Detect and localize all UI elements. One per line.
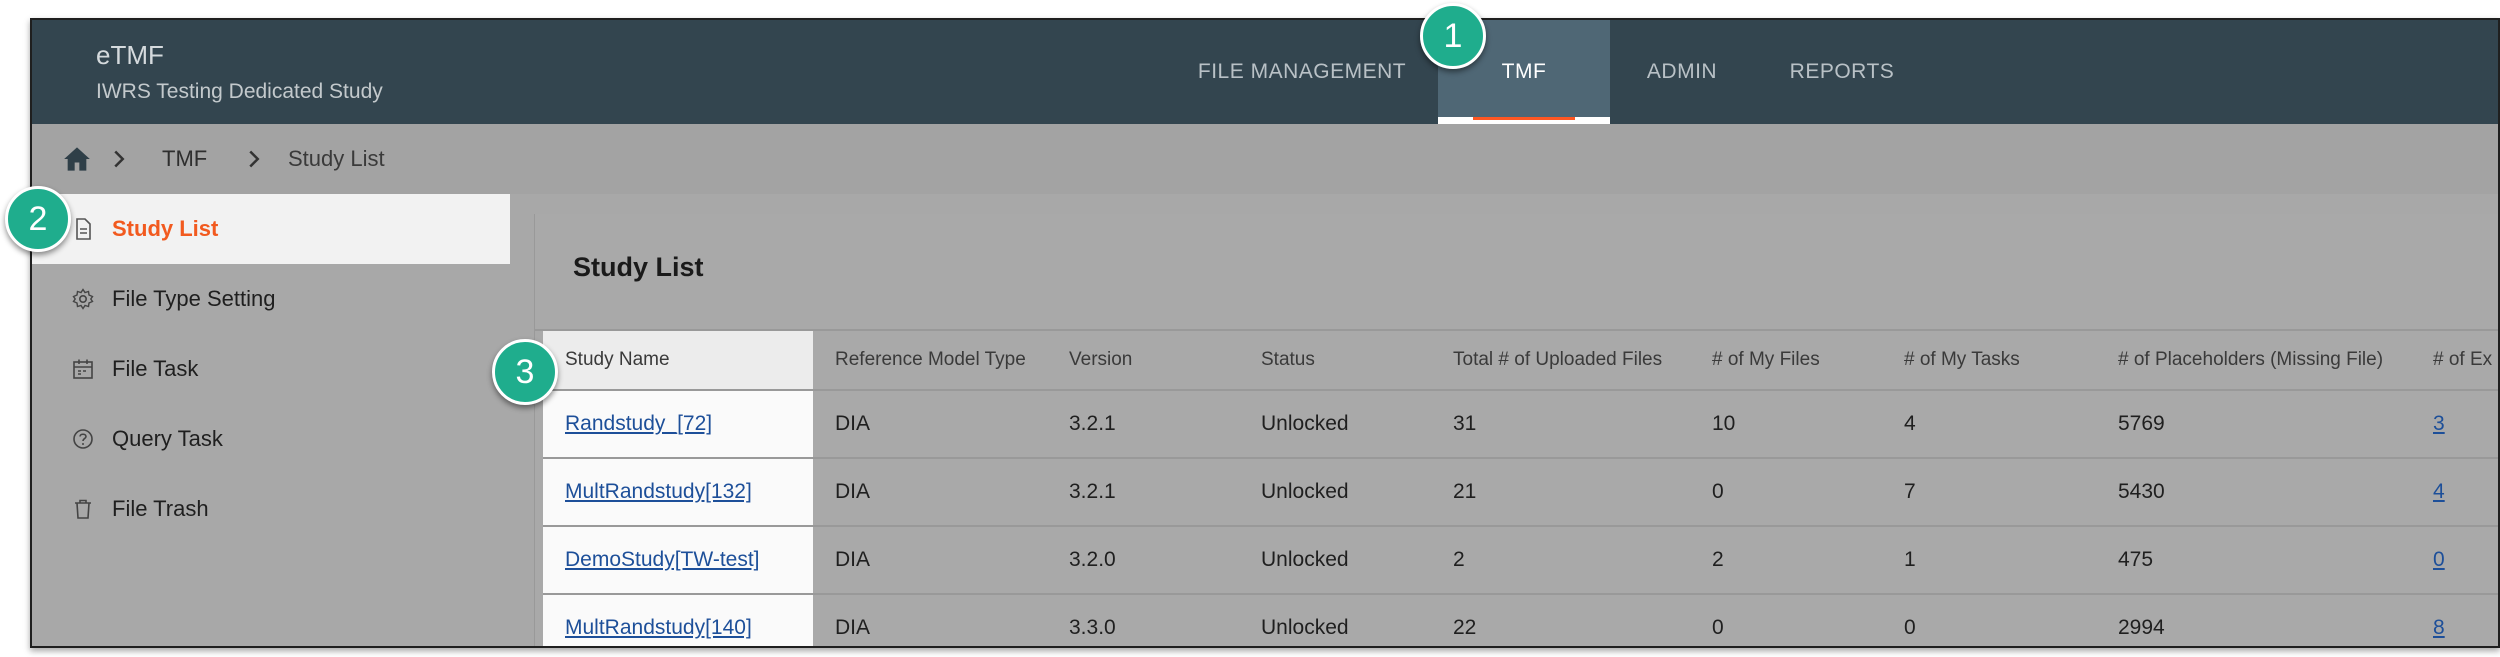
study-name-cell: DemoStudy[TW-test] [543, 526, 813, 595]
chevron-right-icon [114, 150, 125, 168]
sidebar-item-label: File Type Setting [112, 286, 276, 311]
ex-count-link[interactable]: 3 [2433, 412, 2445, 435]
study-name: IWRS Testing Dedicated Study [96, 80, 383, 103]
model-cell: DIA [813, 526, 1047, 595]
uploaded-count-cell: 22 [1431, 594, 1690, 646]
my-files-cell: 10 [1690, 390, 1882, 459]
my-tasks-cell: 7 [1882, 458, 2096, 527]
study-link[interactable]: MultRandstudy[140] [565, 616, 752, 639]
callout-badge-3: 3 [492, 339, 558, 405]
column-header[interactable]: Status [1239, 331, 1431, 391]
ex-count-link[interactable]: 8 [2433, 616, 2445, 639]
placeholders-cell: 5430 [2096, 458, 2411, 527]
ex-count-link[interactable]: 4 [2433, 480, 2445, 503]
breadcrumb-tmf[interactable]: TMF [162, 124, 207, 194]
document-icon [76, 218, 91, 240]
study-name-cell: MultRandstudy[132] [543, 458, 813, 527]
app-title: eTMF [96, 40, 164, 70]
table-row: DemoStudy[TW-test] DIA 3.2.0 Unlocked 2 … [543, 526, 2498, 595]
tab-label: ADMIN [1646, 60, 1718, 83]
sidebar-item-label: Query Task [112, 426, 223, 451]
tab-file-management[interactable]: FILE MANAGEMENT [1182, 20, 1422, 124]
my-files-cell: 0 [1690, 594, 1882, 646]
column-header[interactable]: Total # of Uploaded Files [1431, 331, 1690, 391]
tab-reports[interactable]: REPORTS [1772, 20, 1912, 124]
status-cell: Unlocked [1239, 594, 1431, 646]
sidebar-item-file-trash[interactable]: File Trash [32, 474, 510, 544]
study-list-panel: Study List Study Name Reference Model Ty… [534, 214, 2498, 646]
status-cell: Unlocked [1239, 390, 1431, 459]
my-tasks-cell: 0 [1882, 594, 2096, 646]
sidebar-item-file-type-setting[interactable]: File Type Setting [32, 264, 510, 334]
breadcrumb-study-list: Study List [288, 146, 385, 171]
callout-badge-1: 1 [1420, 3, 1486, 69]
home-icon[interactable] [63, 146, 91, 172]
ex-cell: 3 [2411, 390, 2498, 459]
column-header[interactable]: Study Name [543, 331, 813, 391]
table-row: Randstudy_[72] DIA 3.2.1 Unlocked 31 10 … [543, 390, 2498, 459]
trash-icon [75, 499, 91, 519]
ex-cell: 0 [2411, 526, 2498, 595]
calendar-icon [73, 359, 93, 379]
study-table: Study Name Reference Model Type Version … [543, 331, 2498, 646]
study-name-cell: MultRandstudy[140] [543, 594, 813, 646]
study-link[interactable]: Randstudy_[72] [565, 412, 712, 435]
active-tab-indicator [1438, 117, 1610, 124]
page-title: Study List [573, 252, 704, 282]
top-header: eTMF IWRS Testing Dedicated Study FILE M… [32, 20, 2498, 124]
status-cell: Unlocked [1239, 526, 1431, 595]
version-cell: 3.2.1 [1047, 458, 1239, 527]
sidebar-item-query-task[interactable]: Query Task [32, 404, 510, 474]
sidebar-item-file-task[interactable]: File Task [32, 334, 510, 404]
version-cell: 3.3.0 [1047, 594, 1239, 646]
sidebar-item-label: File Trash [112, 496, 209, 521]
column-header[interactable]: # of My Files [1690, 331, 1882, 391]
model-cell: DIA [813, 390, 1047, 459]
ex-count-link[interactable]: 0 [2433, 548, 2445, 571]
callout-badge-2: 2 [5, 186, 71, 252]
sidebar-item-study-list[interactable]: Study List [32, 194, 510, 264]
column-header[interactable]: # of Ex [2411, 331, 2498, 391]
uploaded-count-cell: 21 [1431, 458, 1690, 527]
study-link[interactable]: MultRandstudy[132] [565, 480, 752, 503]
placeholders-cell: 475 [2096, 526, 2411, 595]
placeholders-cell: 2994 [2096, 594, 2411, 646]
table-row: MultRandstudy[140] DIA 3.3.0 Unlocked 22… [543, 594, 2498, 646]
gear-icon [72, 288, 94, 310]
my-files-cell: 2 [1690, 526, 1882, 595]
uploaded-count-cell: 2 [1431, 526, 1690, 595]
tab-admin[interactable]: ADMIN [1622, 20, 1742, 124]
app-window: eTMF IWRS Testing Dedicated Study FILE M… [30, 18, 2500, 648]
tab-label: TMF [1501, 60, 1547, 83]
column-header[interactable]: Version [1047, 331, 1239, 391]
my-files-cell: 0 [1690, 458, 1882, 527]
model-cell: DIA [813, 458, 1047, 527]
chevron-right-icon [249, 150, 260, 168]
study-name-cell: Randstudy_[72] [543, 390, 813, 459]
ex-cell: 8 [2411, 594, 2498, 646]
table-row: MultRandstudy[132] DIA 3.2.1 Unlocked 21… [543, 458, 2498, 527]
column-header[interactable]: # of My Tasks [1882, 331, 2096, 391]
version-cell: 3.2.1 [1047, 390, 1239, 459]
version-cell: 3.2.0 [1047, 526, 1239, 595]
sidebar-item-label: Study List [112, 216, 219, 241]
tab-label: FILE MANAGEMENT [1197, 60, 1407, 83]
column-header[interactable]: Reference Model Type [813, 331, 1047, 391]
model-cell: DIA [813, 594, 1047, 646]
tab-label: REPORTS [1789, 60, 1895, 83]
sidebar-item-label: File Task [112, 356, 199, 381]
my-tasks-cell: 4 [1882, 390, 2096, 459]
ex-cell: 4 [2411, 458, 2498, 527]
my-tasks-cell: 1 [1882, 526, 2096, 595]
table-header-row: Study Name Reference Model Type Version … [543, 331, 2498, 391]
uploaded-count-cell: 31 [1431, 390, 1690, 459]
sidebar: Study List File Type Setting File Task Q… [32, 194, 510, 646]
placeholders-cell: 5769 [2096, 390, 2411, 459]
breadcrumb: TMF Study List [32, 124, 2498, 194]
status-cell: Unlocked [1239, 458, 1431, 527]
study-link[interactable]: DemoStudy[TW-test] [565, 548, 760, 571]
column-header[interactable]: # of Placeholders (Missing File) [2096, 331, 2411, 391]
question-icon [73, 429, 93, 449]
